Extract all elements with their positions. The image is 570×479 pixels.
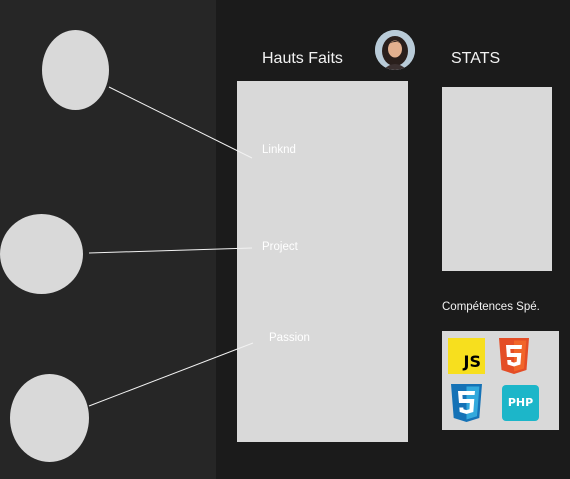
- php-label: PHP: [507, 396, 534, 409]
- skills-title: Compétences Spé.: [442, 301, 540, 313]
- avatar-portrait-icon: [375, 30, 415, 70]
- html5-icon: [496, 337, 532, 375]
- linknd-label[interactable]: Linknd: [262, 144, 296, 156]
- project-label[interactable]: Project: [262, 241, 298, 253]
- hauts-faits-title: Hauts Faits: [262, 50, 343, 67]
- css3-icon: [448, 383, 485, 423]
- avatar[interactable]: [375, 30, 415, 70]
- linknd-bubble[interactable]: [42, 30, 109, 110]
- passion-label[interactable]: Passion: [269, 332, 310, 344]
- page-canvas: Hauts Faits STATS Linknd Project Passion…: [0, 0, 570, 479]
- stats-title: STATS: [451, 50, 501, 67]
- stats-panel: [442, 87, 552, 271]
- javascript-label: JS: [463, 352, 481, 371]
- javascript-icon: JS: [448, 338, 485, 374]
- hauts-faits-panel: [237, 81, 408, 442]
- passion-bubble[interactable]: [10, 374, 89, 462]
- php-icon: PHP: [502, 385, 539, 421]
- project-bubble[interactable]: [0, 214, 83, 294]
